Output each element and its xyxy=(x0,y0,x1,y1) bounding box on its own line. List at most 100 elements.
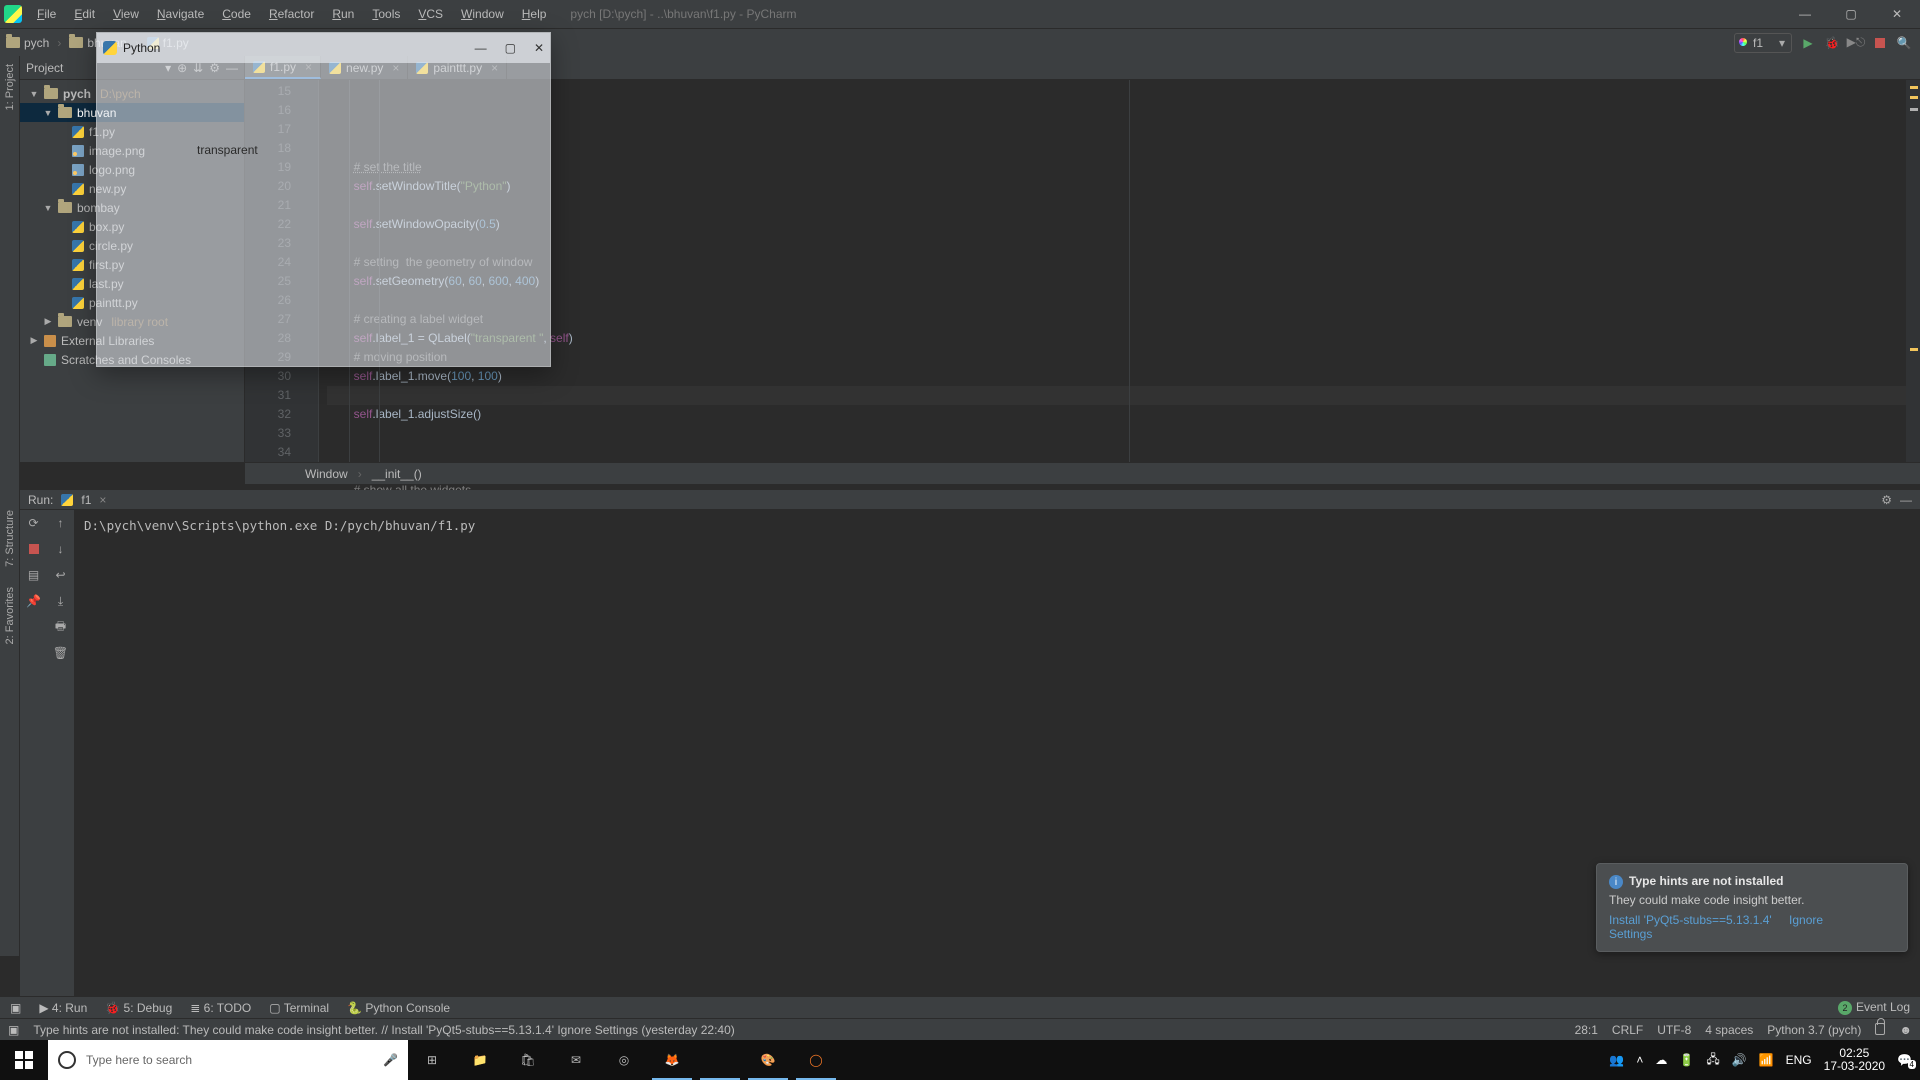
run-config-selector[interactable]: f1 xyxy=(1734,33,1792,53)
people-icon[interactable]: 👥 xyxy=(1609,1053,1624,1067)
window-minimize-icon[interactable]: — xyxy=(1782,0,1828,28)
menu-help[interactable]: Help xyxy=(514,3,555,25)
menu-refactor[interactable]: Refactor xyxy=(261,3,322,25)
menu-code[interactable]: Code xyxy=(214,3,259,25)
menu-run[interactable]: Run xyxy=(324,3,362,25)
start-button[interactable] xyxy=(0,1040,48,1080)
scroll-to-end-icon[interactable]: ⤓ xyxy=(47,588,74,614)
toolwin-project-tab[interactable]: 1: Project xyxy=(4,64,16,110)
layout-icon[interactable]: ▤ xyxy=(20,562,47,588)
status-bar: ▣ Type hints are not installed: They cou… xyxy=(0,1018,1920,1040)
system-tray[interactable]: 👥 ˄ ☁ 🔋 🖧 🔊 📶 ENG 02:2517-03-2020 💬4 xyxy=(1609,1047,1920,1073)
coverage-icon[interactable]: ▶⎋ xyxy=(1848,35,1864,51)
status-interpreter[interactable]: Python 3.7 (pych) xyxy=(1767,1023,1861,1037)
notification-action-ignore[interactable]: Ignore xyxy=(1789,913,1823,927)
inspector-icon[interactable]: ☻ xyxy=(1899,1023,1912,1037)
status-indent[interactable]: 4 spaces xyxy=(1705,1023,1753,1037)
status-message: Type hints are not installed: They could… xyxy=(33,1023,734,1037)
window-title: pych [D:\pych] - ..\bhuvan\f1.py - PyCha… xyxy=(570,7,796,21)
editor-breadcrumb[interactable]: Window › __init__() xyxy=(245,462,1920,484)
bottom-tool-buttons: ▣ ▶ 4: Run 🐞 5: Debug ≣ 6: TODO ▢ Termin… xyxy=(0,996,1920,1018)
python-icon xyxy=(103,41,117,55)
up-icon[interactable]: ↑ xyxy=(47,510,74,536)
task-view-icon[interactable]: ⊞ xyxy=(408,1040,456,1080)
search-everywhere-icon[interactable]: 🔍 xyxy=(1896,35,1912,51)
network-icon[interactable]: 🖧 xyxy=(1706,1050,1719,1071)
menu-window[interactable]: Window xyxy=(453,3,512,25)
pyqt-output-window[interactable]: Python — ▢ ✕ transparent xyxy=(96,32,551,367)
ms-store-icon[interactable]: 🛍 xyxy=(504,1040,552,1080)
wifi-icon[interactable]: 📶 xyxy=(1759,1053,1774,1067)
lock-icon[interactable] xyxy=(1875,1023,1885,1035)
pycharm-taskbar-icon[interactable] xyxy=(696,1040,744,1080)
menu-file[interactable]: File xyxy=(29,3,64,25)
down-icon[interactable]: ↓ xyxy=(47,536,74,562)
left-tool-strip: 1: Project 7: Structure 2: Favorites xyxy=(0,56,20,956)
window-maximize-icon[interactable]: ▢ xyxy=(1828,0,1874,28)
file-explorer-icon[interactable]: 📁 xyxy=(456,1040,504,1080)
taskbar-search[interactable]: Type here to search 🎤 xyxy=(48,1040,408,1080)
run-toolbar: ⟳ ↑ ↓ ▤ ↩ 📌 ⤓ 🖶 🗑 xyxy=(20,510,74,996)
error-stripe[interactable] xyxy=(1906,80,1920,462)
language-indicator[interactable]: ENG xyxy=(1786,1053,1812,1067)
run-icon[interactable]: ▶ xyxy=(1800,35,1816,51)
toolwin-terminal-tab[interactable]: ▢ Terminal xyxy=(269,1001,329,1015)
action-center-icon[interactable]: 💬4 xyxy=(1897,1053,1912,1067)
mail-icon[interactable]: ✉ xyxy=(552,1040,600,1080)
run-label: Run: xyxy=(28,493,53,507)
toolwin-run-tab[interactable]: ▶ 4: Run xyxy=(39,1001,87,1015)
gear-icon[interactable]: ⚙ xyxy=(1881,493,1892,507)
status-line-sep[interactable]: CRLF xyxy=(1612,1023,1643,1037)
pin-icon[interactable]: 📌 xyxy=(20,588,47,614)
window-close-icon[interactable]: ✕ xyxy=(1874,0,1920,28)
stop-icon[interactable] xyxy=(1872,35,1888,51)
mic-icon[interactable]: 🎤 xyxy=(383,1053,398,1067)
menu-view[interactable]: View xyxy=(105,3,147,25)
folder-icon xyxy=(6,37,20,48)
toolwin-pyconsole-tab[interactable]: 🐍 Python Console xyxy=(347,1001,450,1015)
search-placeholder: Type here to search xyxy=(86,1053,192,1067)
run-target[interactable]: f1 xyxy=(81,493,91,507)
notification-action-install[interactable]: Install 'PyQt5-stubs==5.13.1.4' xyxy=(1609,913,1772,927)
main-menu[interactable]: FileEditViewNavigateCodeRefactorRunTools… xyxy=(29,3,554,25)
taskbar-clock[interactable]: 02:2517-03-2020 xyxy=(1824,1047,1885,1073)
status-caret[interactable]: 28:1 xyxy=(1575,1023,1598,1037)
toolwin-todo-tab[interactable]: ≣ 6: TODO xyxy=(190,1001,251,1015)
toolwin-structure-tab[interactable]: 7: Structure xyxy=(4,510,16,567)
menu-tools[interactable]: Tools xyxy=(364,3,408,25)
event-log-button[interactable]: 2Event Log xyxy=(1838,1000,1910,1015)
window-minimize-icon[interactable]: — xyxy=(475,41,487,55)
paint-icon[interactable]: 🎨 xyxy=(744,1040,792,1080)
python-file-icon xyxy=(61,494,73,506)
hide-icon[interactable]: — xyxy=(1900,493,1912,507)
soft-wrap-icon[interactable]: ↩ xyxy=(47,562,74,588)
chevron-right-icon: › xyxy=(57,36,61,50)
battery-icon[interactable]: 🔋 xyxy=(1679,1053,1694,1067)
onedrive-icon[interactable]: ☁ xyxy=(1655,1053,1667,1067)
windows-taskbar: Type here to search 🎤 ⊞ 📁 🛍 ✉ ◎ 🦊 🎨 ◯ 👥 … xyxy=(0,1040,1920,1080)
debug-icon[interactable]: 🐞 xyxy=(1824,35,1840,51)
tray-chevron-icon[interactable]: ˄ xyxy=(1636,1053,1643,1067)
notification-body: They could make code insight better. xyxy=(1609,893,1895,907)
toolwin-favorites-tab[interactable]: 2: Favorites xyxy=(4,587,16,644)
menu-vcs[interactable]: VCS xyxy=(410,3,451,25)
predator-icon[interactable]: ◎ xyxy=(600,1040,648,1080)
firefox-icon[interactable]: 🦊 xyxy=(648,1040,696,1080)
volume-icon[interactable]: 🔊 xyxy=(1732,1053,1747,1067)
pyqt-titlebar[interactable]: Python — ▢ ✕ xyxy=(97,33,550,63)
stop-icon[interactable] xyxy=(20,536,47,562)
crumb-root[interactable]: pych xyxy=(24,36,49,50)
trash-icon[interactable]: 🗑 xyxy=(47,640,74,666)
print-icon[interactable]: 🖶 xyxy=(47,614,74,640)
folder-icon xyxy=(69,37,83,48)
menu-navigate[interactable]: Navigate xyxy=(149,3,212,25)
rerun-icon[interactable]: ⟳ xyxy=(20,510,47,536)
notification-balloon: iType hints are not installed They could… xyxy=(1596,863,1908,953)
jupyter-icon[interactable]: ◯ xyxy=(792,1040,840,1080)
window-close-icon[interactable]: ✕ xyxy=(534,41,544,55)
toolwin-debug-tab[interactable]: 🐞 5: Debug xyxy=(105,1001,172,1015)
status-encoding[interactable]: UTF-8 xyxy=(1657,1023,1691,1037)
notification-action-settings[interactable]: Settings xyxy=(1609,927,1652,941)
menu-edit[interactable]: Edit xyxy=(66,3,103,25)
window-maximize-icon[interactable]: ▢ xyxy=(505,41,516,55)
